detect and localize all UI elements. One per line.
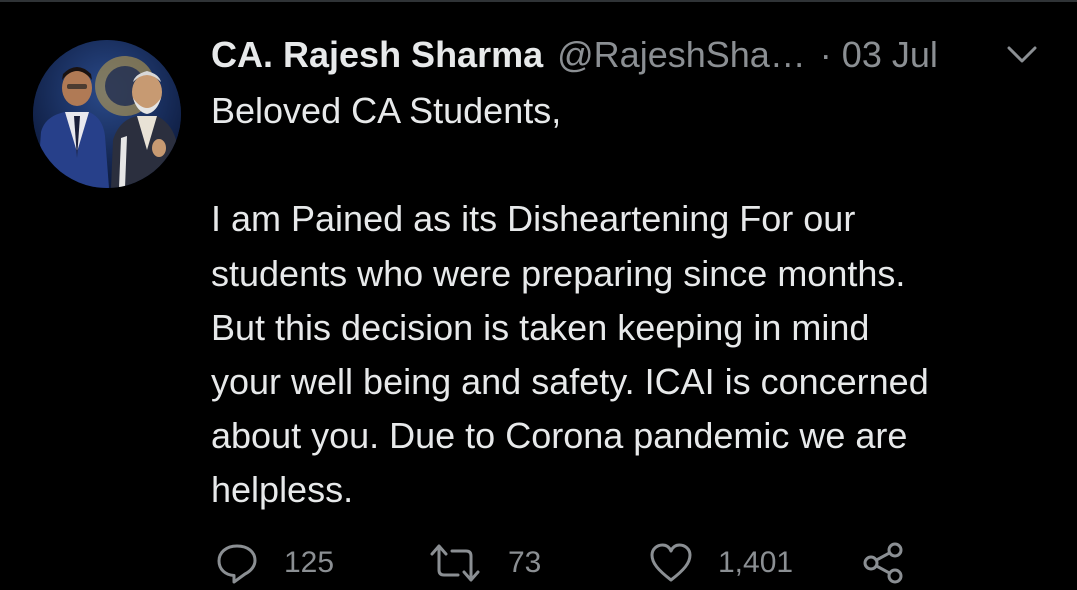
header-separator: · bbox=[819, 34, 832, 75]
tweet-text: Beloved CA Students, I am Pained as its … bbox=[211, 84, 1051, 518]
top-divider bbox=[0, 0, 1077, 2]
tweet-line: helpless. bbox=[211, 469, 354, 511]
share-icon bbox=[863, 542, 903, 584]
tweet-greeting: Beloved CA Students, bbox=[211, 90, 562, 131]
profile-photo bbox=[33, 40, 181, 188]
tweet-line: students who were preparing since months… bbox=[211, 252, 906, 294]
chevron-down-icon bbox=[1007, 46, 1037, 63]
tweet-actions: 125 73 1,401 bbox=[214, 540, 974, 590]
retweet-icon bbox=[430, 544, 480, 582]
tweet-line: your well being and safety. ICAI is conc… bbox=[211, 361, 929, 402]
author-display-name[interactable]: CA. Rajesh Sharma bbox=[211, 34, 543, 76]
like-button[interactable]: 1,401 bbox=[648, 540, 793, 586]
heart-icon bbox=[650, 543, 692, 582]
tweet-date[interactable]: 03 Jul bbox=[842, 34, 938, 76]
tweet-line: But this decision is taken keeping in mi… bbox=[211, 306, 870, 348]
tweet-line: I am Pained as its Disheartening For our bbox=[211, 198, 856, 240]
reply-icon bbox=[217, 544, 257, 584]
author-handle[interactable]: @RajeshSha… bbox=[557, 34, 806, 76]
tweet-header: CA. Rajesh Sharma @RajeshSha… · 03 Jul bbox=[211, 30, 938, 80]
reply-count: 125 bbox=[284, 546, 335, 579]
like-count: 1,401 bbox=[718, 546, 794, 579]
avatar[interactable] bbox=[33, 40, 181, 188]
share-button[interactable] bbox=[861, 540, 931, 586]
tweet-line: about you. Due to Corona pandemic we are bbox=[211, 415, 908, 457]
retweet-count: 73 bbox=[508, 546, 542, 579]
retweet-button[interactable]: 73 bbox=[426, 540, 541, 586]
reply-button[interactable]: 125 bbox=[214, 540, 334, 586]
tweet-menu-button[interactable] bbox=[1002, 40, 1042, 70]
